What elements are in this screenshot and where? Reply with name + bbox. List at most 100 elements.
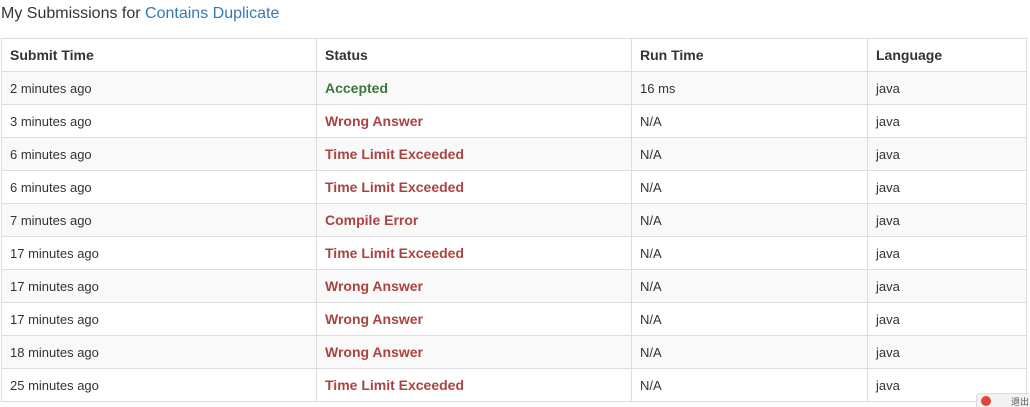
language-cell: java	[876, 377, 900, 393]
submissions-body: 2 minutes ago Accepted 16 ms java 3 minutes …	[1, 71, 1027, 402]
language-cell: java	[876, 113, 900, 129]
run-time-cell: N/A	[631, 170, 868, 204]
status-cell: Wrong Answer	[316, 335, 632, 369]
language-cell: java	[876, 179, 900, 195]
run-time-cell: N/A	[640, 278, 662, 294]
status-link[interactable]: Wrong Answer	[325, 278, 423, 294]
submit-time-cell: 25 minutes ago	[10, 377, 99, 393]
run-time-cell: N/A	[640, 245, 662, 261]
language-cell: java	[867, 302, 1027, 336]
language-cell: java	[867, 71, 1027, 105]
table-row: 17 minutes ago Time Limit Exceeded N/A java	[1, 236, 1027, 270]
table-header-row: Submit Time Status Run Time Language	[1, 38, 1027, 72]
table-row: 7 minutes ago Compile Error N/A java	[1, 203, 1027, 237]
run-time-cell: N/A	[640, 377, 662, 393]
table-row: 18 minutes ago Wrong Answer N/A java	[1, 335, 1027, 369]
submit-time-cell: 3 minutes ago	[1, 104, 317, 138]
table-row: 2 minutes ago Accepted 16 ms java	[1, 71, 1027, 105]
run-time-cell: N/A	[640, 212, 662, 228]
status-link[interactable]: Wrong Answer	[325, 113, 423, 129]
logout-label: 退出	[1011, 397, 1030, 407]
column-header-status: Status	[316, 38, 632, 72]
language-cell: java	[876, 212, 900, 228]
run-time-cell: N/A	[631, 269, 868, 303]
submit-time-cell: 3 minutes ago	[10, 113, 92, 129]
submit-time-cell: 7 minutes ago	[10, 212, 92, 228]
submit-time-cell: 17 minutes ago	[10, 278, 99, 294]
submit-time-cell: 17 minutes ago	[10, 245, 99, 261]
status-cell: Time Limit Exceeded	[316, 368, 632, 402]
status-cell: Wrong Answer	[316, 302, 632, 336]
run-time-cell: N/A	[640, 311, 662, 327]
run-time-cell: N/A	[640, 146, 662, 162]
language-cell: java	[876, 245, 900, 261]
table-row: 6 minutes ago Time Limit Exceeded N/A java	[1, 137, 1027, 171]
table-row: 17 minutes ago Wrong Answer N/A java	[1, 302, 1027, 336]
status-link[interactable]: Time Limit Exceeded	[325, 377, 464, 393]
submit-time-cell: 17 minutes ago	[10, 311, 99, 327]
status-cell: Time Limit Exceeded	[316, 137, 632, 171]
submit-time-cell: 17 minutes ago	[1, 302, 317, 336]
run-time-cell: N/A	[631, 203, 868, 237]
status-cell: Time Limit Exceeded	[316, 170, 632, 204]
submit-time-cell: 18 minutes ago	[10, 344, 99, 360]
status-cell: Time Limit Exceeded	[316, 236, 632, 270]
status-link[interactable]: Wrong Answer	[325, 311, 423, 327]
language-cell: java	[867, 203, 1027, 237]
status-link[interactable]: Time Limit Exceeded	[325, 245, 464, 261]
submit-time-cell: 17 minutes ago	[1, 236, 317, 270]
column-header-language: Language	[867, 38, 1027, 72]
table-row: 17 minutes ago Wrong Answer N/A java	[1, 269, 1027, 303]
table-row: 25 minutes ago Time Limit Exceeded N/A java	[1, 368, 1027, 402]
language-cell: java	[876, 278, 900, 294]
submit-time-cell: 6 minutes ago	[10, 146, 92, 162]
logout-widget[interactable]: 退出	[976, 393, 1030, 407]
language-cell: java	[867, 335, 1027, 369]
status-link[interactable]: Accepted	[325, 80, 388, 96]
status-link[interactable]: Compile Error	[325, 212, 418, 228]
table-row: 6 minutes ago Time Limit Exceeded N/A java	[1, 170, 1027, 204]
submit-time-cell: 17 minutes ago	[1, 269, 317, 303]
run-time-cell: N/A	[631, 335, 868, 369]
page-title: My Submissions for Contains Duplicate	[1, 4, 279, 24]
submit-time-cell: 7 minutes ago	[1, 203, 317, 237]
table-row: 3 minutes ago Wrong Answer N/A java	[1, 104, 1027, 138]
logout-icon	[981, 396, 991, 406]
submit-time-cell: 6 minutes ago	[10, 179, 92, 195]
submit-time-cell: 25 minutes ago	[1, 368, 317, 402]
page-title-prefix: My Submissions for	[1, 5, 146, 22]
status-link[interactable]: Time Limit Exceeded	[325, 179, 464, 195]
run-time-cell: N/A	[631, 236, 868, 270]
language-cell: java	[876, 80, 900, 96]
run-time-cell: N/A	[631, 368, 868, 402]
problem-link[interactable]: Contains Duplicate	[145, 5, 279, 22]
submit-time-cell: 6 minutes ago	[1, 170, 317, 204]
run-time-cell: N/A	[640, 113, 662, 129]
language-cell: java	[876, 146, 900, 162]
status-link[interactable]: Wrong Answer	[325, 344, 423, 360]
run-time-cell: N/A	[631, 137, 868, 171]
submit-time-cell: 18 minutes ago	[1, 335, 317, 369]
submit-time-cell: 2 minutes ago	[1, 71, 317, 105]
column-header-submit-time: Submit Time	[1, 38, 317, 72]
language-cell: java	[867, 236, 1027, 270]
language-cell: java	[867, 104, 1027, 138]
run-time-cell: N/A	[631, 302, 868, 336]
run-time-cell: N/A	[640, 179, 662, 195]
language-cell: java	[876, 311, 900, 327]
column-header-run-time: Run Time	[631, 38, 868, 72]
language-cell: java	[867, 170, 1027, 204]
language-cell: java	[867, 269, 1027, 303]
run-time-cell: 16 ms	[631, 71, 868, 105]
status-link[interactable]: Time Limit Exceeded	[325, 146, 464, 162]
status-cell: Accepted	[316, 71, 632, 105]
submit-time-cell: 2 minutes ago	[10, 80, 92, 96]
run-time-cell: N/A	[640, 344, 662, 360]
run-time-cell: 16 ms	[640, 80, 676, 96]
status-cell: Compile Error	[316, 203, 632, 237]
language-cell: java	[876, 344, 900, 360]
submit-time-cell: 6 minutes ago	[1, 137, 317, 171]
status-cell: Wrong Answer	[316, 269, 632, 303]
status-cell: Wrong Answer	[316, 104, 632, 138]
submissions-table: Submit Time Status Run Time Language 2 m…	[1, 38, 1027, 402]
